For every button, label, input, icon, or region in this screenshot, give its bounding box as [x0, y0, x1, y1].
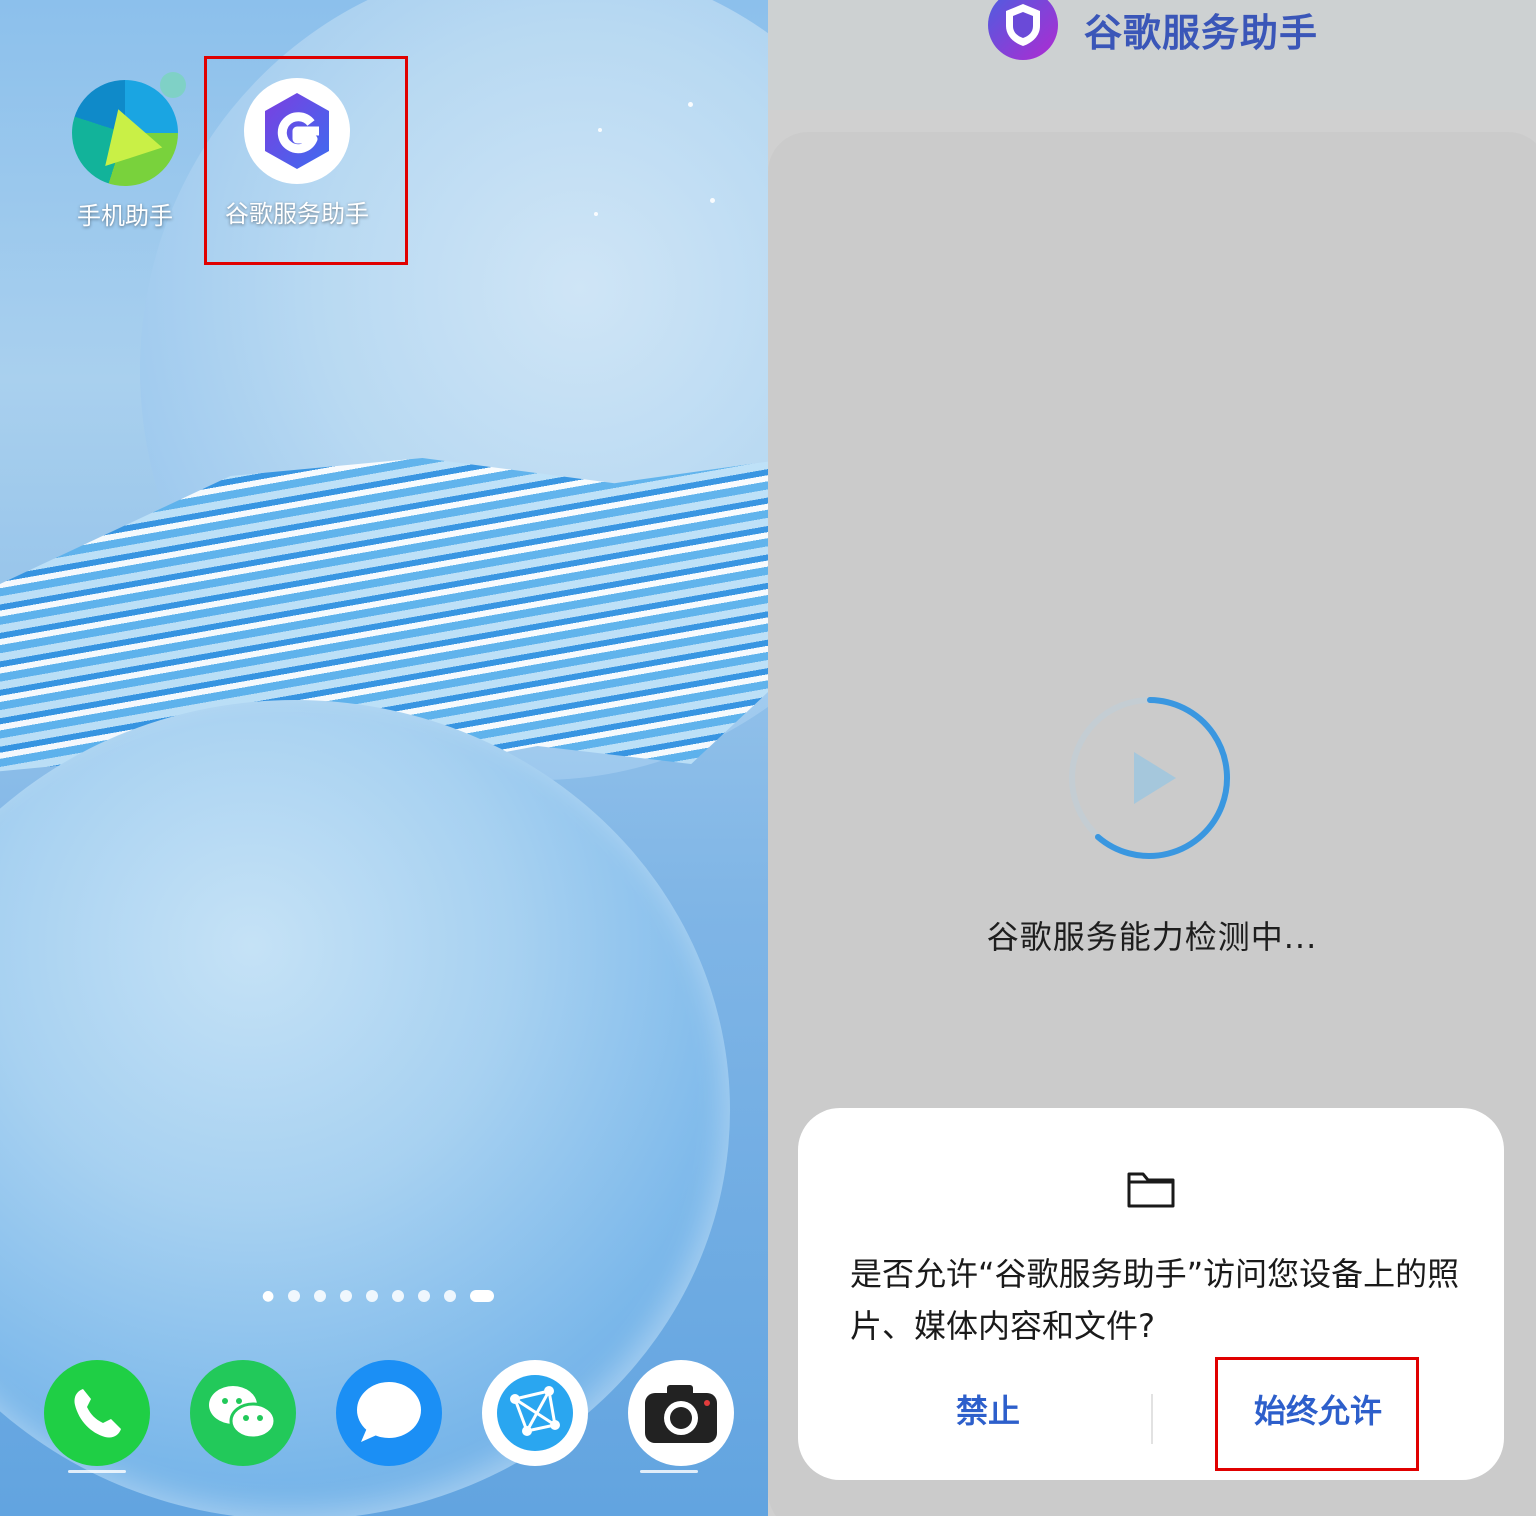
loading-spinner-icon: [1069, 697, 1231, 859]
permission-message: 是否允许“谷歌服务助手”访问您设备上的照片、媒体内容和文件?: [850, 1255, 1460, 1345]
camera-icon: [645, 1385, 717, 1443]
highlight-box-allow-button: [1215, 1357, 1419, 1471]
shield-logo-icon: [988, 0, 1058, 60]
wallpaper-star: [710, 198, 715, 203]
deny-button[interactable]: 禁止: [838, 1376, 1138, 1446]
page-dot: [366, 1290, 379, 1302]
page-dot: [288, 1290, 301, 1302]
messages-icon: [357, 1382, 421, 1442]
wallpaper-star: [594, 212, 598, 216]
wallpaper-star: [598, 128, 602, 132]
bulb-icon: ●: [262, 1288, 275, 1304]
app-title: 谷歌服务助手: [1084, 11, 1319, 55]
page-dot: [444, 1290, 457, 1302]
app-label: 手机助手: [77, 202, 173, 230]
dock-browser[interactable]: [482, 1360, 588, 1466]
wallpaper-star: [688, 102, 693, 107]
folder-icon: [1127, 1172, 1175, 1208]
app-header: 谷歌服务助手: [768, 0, 1536, 110]
page-dot: [392, 1290, 405, 1302]
app-screen: 谷歌服务助手 谷歌服务能力检测中... 是否允许“谷歌服务助手”访问您设备上的照…: [768, 0, 1536, 1516]
home-screen: 手机助手 谷歌服务助手 ●: [0, 0, 768, 1516]
highlight-box-app-icon: [204, 56, 408, 265]
wechat-icon: [209, 1386, 277, 1440]
page-dot: [340, 1290, 353, 1302]
dock: [44, 1360, 734, 1466]
page-dot-active: [470, 1290, 495, 1302]
notification-dot: [160, 72, 186, 98]
page-dot: [418, 1290, 431, 1302]
detection-status-text: 谷歌服务能力检测中...: [986, 918, 1318, 956]
dock-wechat[interactable]: [190, 1360, 296, 1466]
dock-phone[interactable]: [44, 1360, 150, 1466]
button-divider: [1151, 1394, 1153, 1444]
page-dot: [314, 1290, 327, 1302]
dock-underline: [640, 1470, 698, 1473]
dock-camera[interactable]: [628, 1360, 734, 1466]
phone-icon: [74, 1389, 121, 1438]
browser-icon: [497, 1375, 573, 1451]
dock-underline: [68, 1470, 126, 1473]
app-phone-helper[interactable]: 手机助手: [50, 80, 200, 231]
phone-helper-icon: [72, 80, 178, 186]
dock-messages[interactable]: [336, 1360, 442, 1466]
page-indicator[interactable]: ●: [262, 1288, 495, 1304]
